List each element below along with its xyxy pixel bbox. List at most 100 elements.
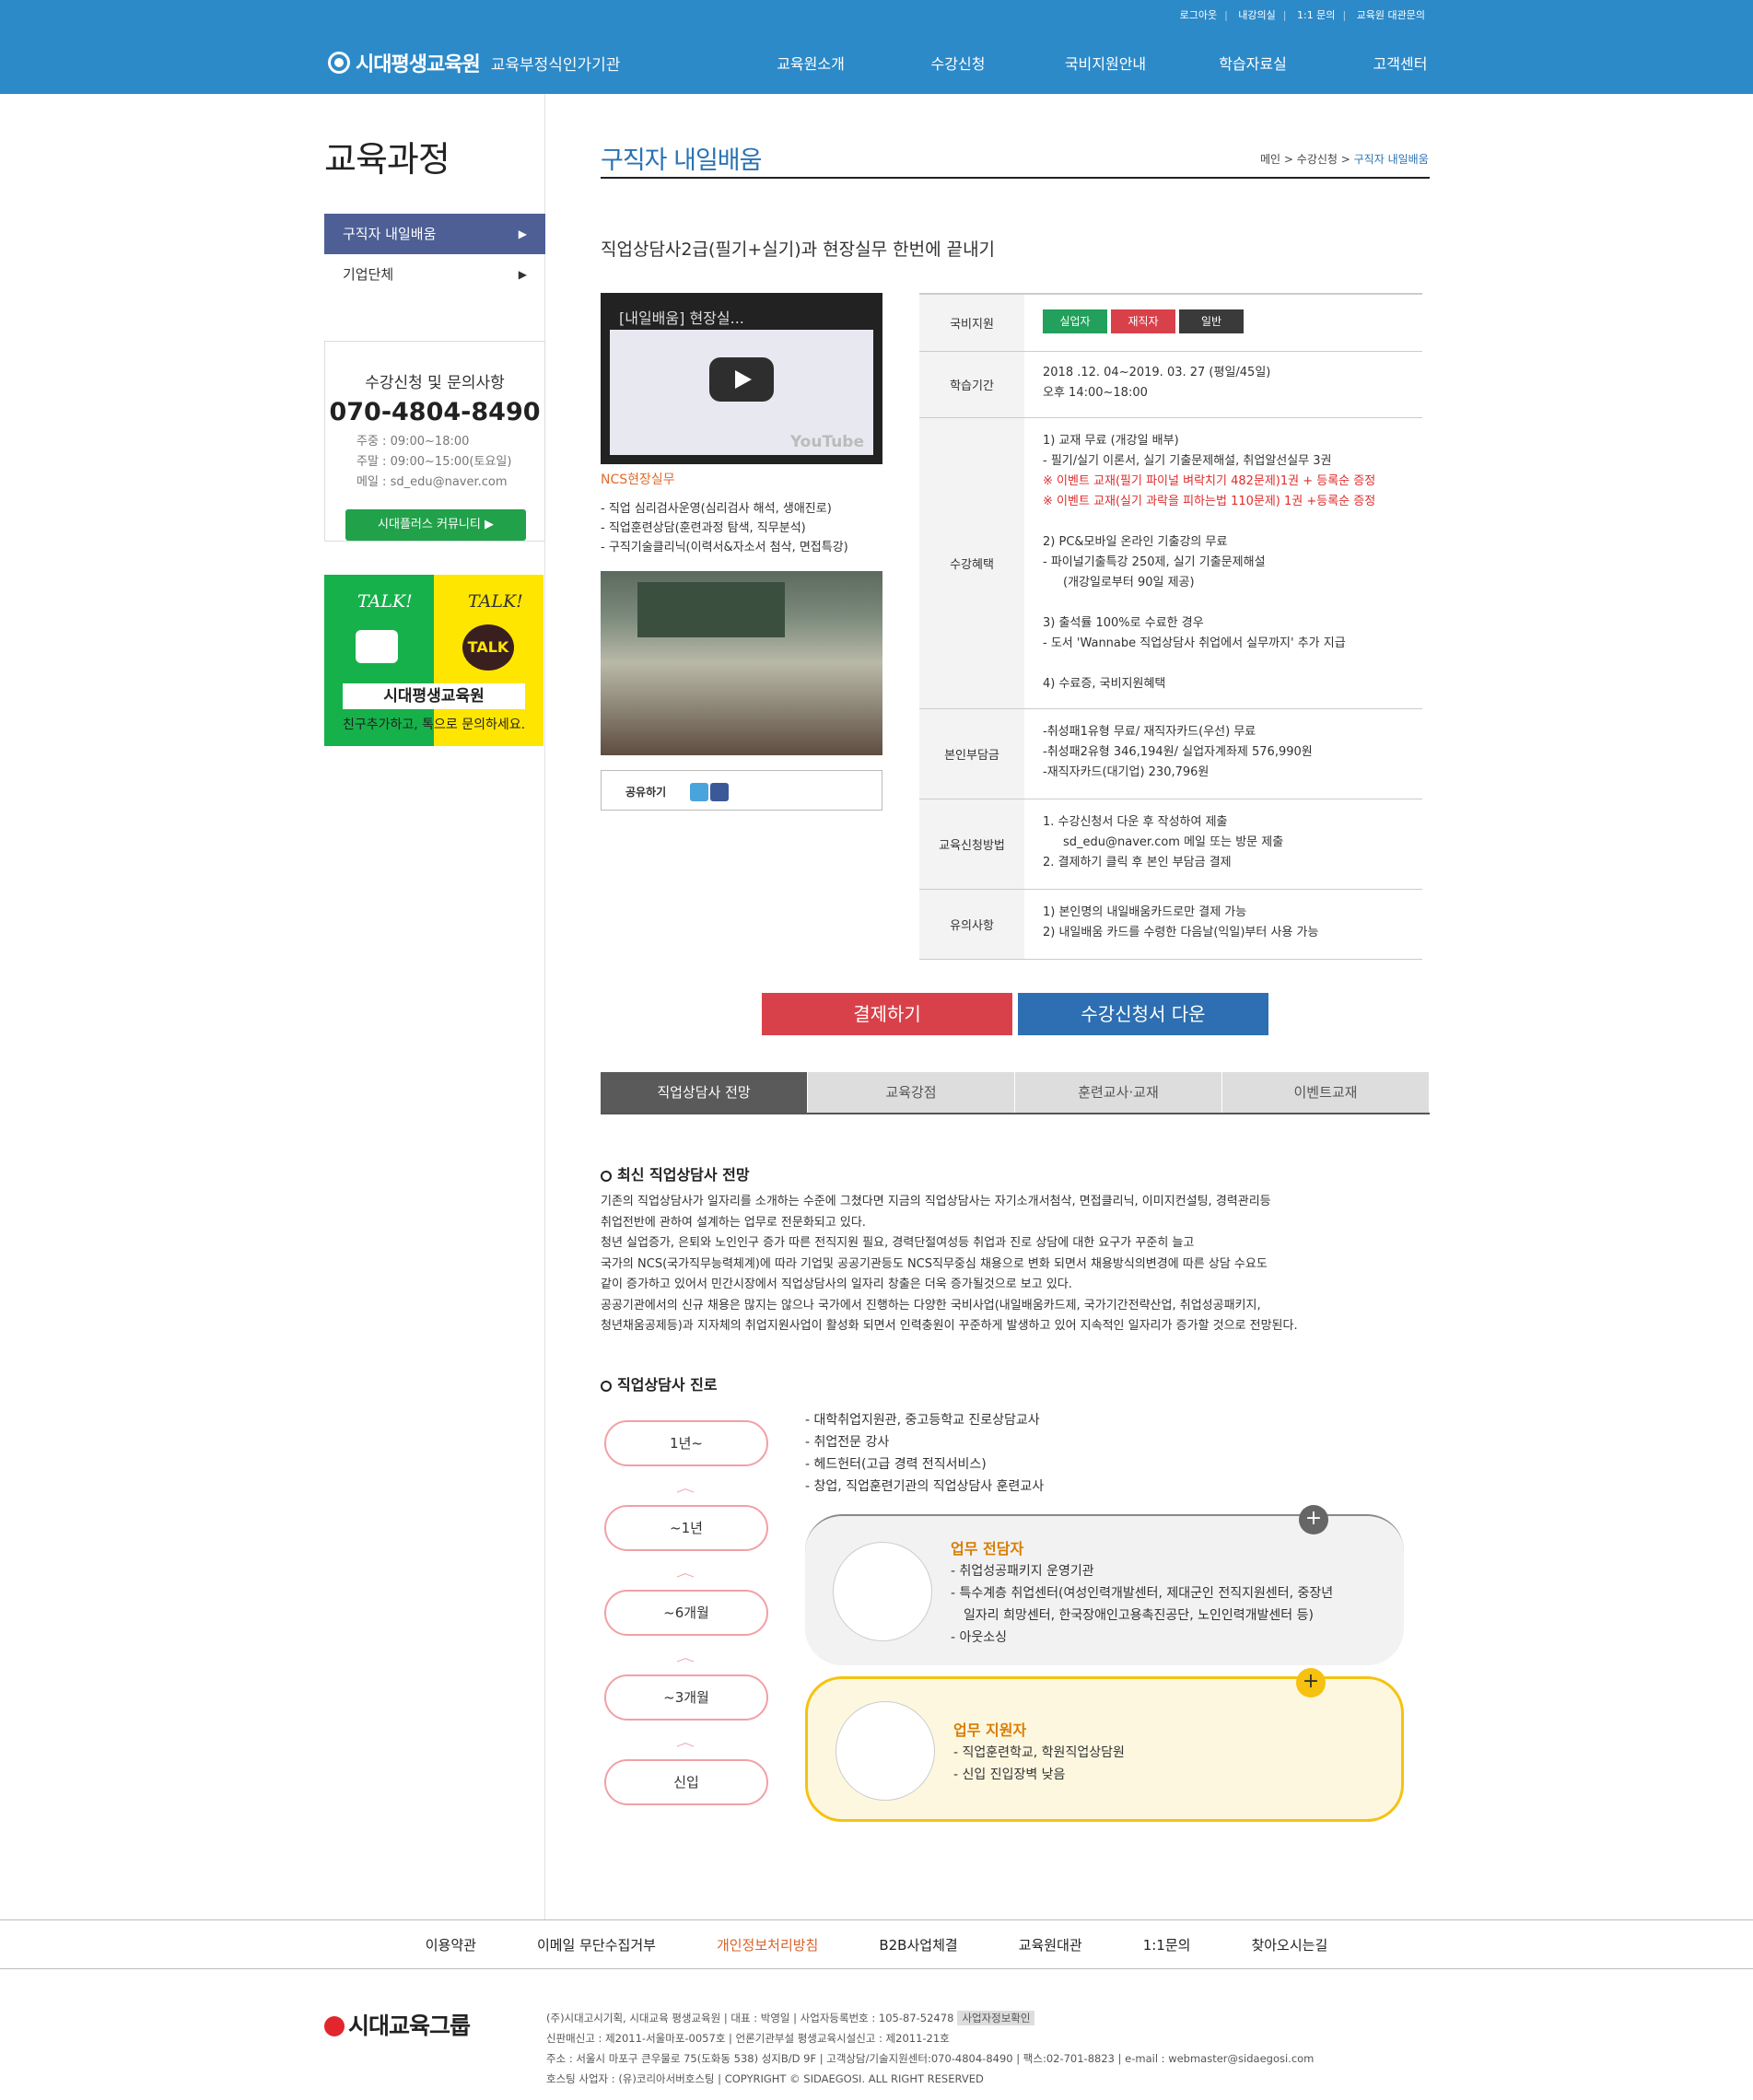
share-label: 공유하기 — [625, 786, 667, 799]
footer-terms[interactable]: 이용약관 — [426, 1935, 476, 1954]
footer-logo: 시대교육그룹 — [324, 2008, 471, 2041]
twitter-icon[interactable] — [690, 783, 708, 801]
lnb-label: 기업단체 — [343, 266, 394, 283]
path-line: - 취업전문 강사 — [805, 1435, 890, 1450]
benefit-event-line: ※ 이벤트 교재(필기 파이널 벼락치기 482문제)1권 + 등록순 증정 — [1043, 474, 1376, 488]
talk-banner[interactable]: TALK! TALK! TALK 시대평생교육원 친구추가하고, 톡으로 문의하… — [324, 575, 543, 746]
crumb-current: 구직자 내일배움 — [1353, 153, 1429, 166]
download-form-button[interactable]: 수강신청서 다운 — [1018, 993, 1268, 1035]
card-line: - 직업훈련학교, 학원직업상담원 — [953, 1745, 1125, 1760]
support-label: 국비지원 — [919, 295, 1024, 351]
outlook-line: 같이 증가하고 있어서 민간시장에서 직업상담사의 일자리 창출은 더욱 증가될… — [601, 1278, 1072, 1291]
card-line: 일자리 희망센터, 한국장애인고용촉진공단, 노인인력개발센터 등) — [964, 1608, 1314, 1623]
cost-line: -취성패1유형 무료/ 재직자카드(우선) 무료 — [1043, 725, 1256, 739]
benefit-line: (개강일로부터 90일 제공) — [1063, 576, 1195, 589]
career-step: ~3개월 — [604, 1674, 768, 1721]
career-step: 신입 — [604, 1759, 768, 1805]
logo-icon — [324, 2016, 345, 2036]
chevron-up-icon: ︿ — [676, 1651, 695, 1664]
lnb-item-jobseeker[interactable]: 구직자 내일배움 ▶ — [324, 214, 545, 254]
benefit-line: - 도서 'Wannabe 직업상담사 취업에서 실무까지' 추가 지급 — [1043, 636, 1346, 650]
footer-logo-text: 시대교육그룹 — [348, 2012, 471, 2039]
top-bar: 로그아웃 | 내강의실 | 1:1 문의 | 교육원 대관문의 시대평생교육원 교육부… — [0, 0, 1753, 94]
community-button[interactable]: 시대플러스 커뮤니티 ▶ — [345, 509, 526, 541]
nav-customer[interactable]: 고객센터 — [1326, 52, 1474, 74]
inquiry-title: 수강신청 및 문의사항 — [365, 374, 505, 392]
card-line: - 취업성공패키지 운영기관 — [951, 1564, 1094, 1579]
my-lecture-link[interactable]: 내강의실 — [1238, 9, 1275, 21]
ncs-item: - 직업훈련상담(훈련과정 탐색, 직무분석) — [601, 521, 806, 535]
youtube-icon: YouTube — [789, 433, 864, 451]
path-line: - 대학취업지원관, 중고등학교 진로상담교사 — [805, 1413, 1040, 1428]
page-title: 구직자 내일배움 — [601, 146, 762, 175]
rental-link[interactable]: 교육원 대관문의 — [1357, 9, 1425, 21]
career-card-supporter: + 업무 지원자 - 직업훈련학교, 학원직업상담원 - 신입 진입장벽 낮음 — [805, 1668, 1404, 1822]
benefit-line: 1) 교재 무료 (개강일 배부) — [1043, 434, 1179, 448]
logo-name: 시대평생교육원 — [356, 53, 481, 76]
card-line: - 특수계층 취업센터(여성인력개발센터, 제대군인 전직지원센터, 중장년 — [951, 1586, 1334, 1601]
footer-rental[interactable]: 교육원대관 — [1019, 1935, 1082, 1954]
tab-strength[interactable]: 교육강점 — [808, 1072, 1015, 1113]
card-title: 업무 지원자 — [953, 1721, 1027, 1739]
tab-teachers[interactable]: 훈련교사·교재 — [1015, 1072, 1222, 1113]
badge-general: 일반 — [1179, 309, 1244, 333]
footer-line: 신판매신고 : 제2011-서울마포-0057호 | 언론기관부설 평생교육시설… — [546, 2032, 950, 2045]
talk-caption: 친구추가하고, 톡으로 문의하세요. — [342, 718, 526, 732]
business-info-button[interactable]: 사업자정보확인 — [957, 2011, 1035, 2025]
footer-directions[interactable]: 찾아오시는길 — [1251, 1935, 1327, 1954]
career-step: ~1년 — [604, 1505, 768, 1551]
plus-icon[interactable]: + — [1299, 1505, 1328, 1534]
arrow-right-icon: ▶ — [518, 268, 527, 281]
outlook-title: 최신 직업상담사 전망 — [601, 1162, 750, 1184]
weekend-hours: 주말 : 09:00~15:00(토요일) — [356, 455, 512, 469]
benefit-event-line: ※ 이벤트 교재(실기 과락을 피하는법 110문제) 1권 +등록순 증정 — [1043, 495, 1376, 508]
pay-button[interactable]: 결제하기 — [762, 993, 1012, 1035]
nav-resources[interactable]: 학습자료실 — [1179, 52, 1326, 74]
site-logo[interactable]: 시대평생교육원 교육부정식인가기관 — [328, 48, 620, 77]
outlook-line: 취업전반에 관하여 설계하는 업무로 전문화되고 있다. — [601, 1215, 866, 1230]
chevron-up-icon: ︿ — [676, 1735, 695, 1749]
talk-label-left: TALK! — [357, 591, 413, 612]
footer-line: 호스팅 사업자 : (유)코리아서버호스팅 | COPYRIGHT © SIDA… — [546, 2072, 984, 2085]
lnb-item-company[interactable]: 기업단체 ▶ — [324, 254, 545, 295]
video-player[interactable]: [내일배움] 현장실... YouTube — [601, 293, 882, 464]
period-time: 오후 14:00~18:00 — [1043, 386, 1148, 400]
note-label: 유의사항 — [919, 890, 1024, 959]
outlook-line: 청년 실업증가, 은퇴와 노인인구 증가 따른 전직지원 필요, 경력단절여성등… — [601, 1236, 1195, 1250]
outlook-line: 공공기관에서의 신규 채용은 많지는 않으나 국가에서 진행하는 다양한 국비사… — [601, 1298, 1261, 1312]
footer-info: (주)시대고시기획, 시대교육 평생교육원 | 대표 : 박영일 | 사업자등록… — [546, 2008, 1314, 2089]
weekday-hours: 주중 : 09:00~18:00 — [356, 435, 470, 449]
footer-line: (주)시대고시기획, 시대교육 평생교육원 | 대표 : 박영일 | 사업자등록… — [546, 2012, 954, 2024]
benefit-line: - 파이널기출특강 250제, 실기 기출문제해설 — [1043, 555, 1266, 569]
kakaotalk-icon: TALK — [462, 624, 514, 671]
footer-privacy[interactable]: 개인정보처리방침 — [717, 1935, 818, 1954]
facebook-icon[interactable] — [710, 783, 729, 801]
career-card-dedicated: + 업무 전담자 - 취업성공패키지 운영기관 - 특수계층 취업센터(여성인력… — [805, 1505, 1404, 1665]
tab-event-books[interactable]: 이벤트교재 — [1222, 1072, 1430, 1113]
title-divider — [601, 177, 1430, 179]
apply-label: 교육신청방법 — [919, 799, 1024, 889]
crumb-register[interactable]: 수강신청 — [1297, 153, 1338, 166]
note-line: 2) 내일배움 카드를 수령한 다음날(익일)부터 사용 가능 — [1043, 926, 1319, 939]
footer-email-policy[interactable]: 이메일 무단수집거부 — [537, 1935, 656, 1954]
nav-about[interactable]: 교육원소개 — [737, 52, 884, 74]
inquiry-box: 수강신청 및 문의사항 070-4804-8490 주중 : 09:00~18:… — [324, 341, 545, 542]
logout-link[interactable]: 로그아웃 — [1180, 9, 1217, 21]
nav-register[interactable]: 수강신청 — [884, 52, 1032, 74]
tab-outlook[interactable]: 직업상담사 전망 — [601, 1072, 808, 1113]
footer-inquiry[interactable]: 1:1문의 — [1143, 1935, 1191, 1954]
nav-support[interactable]: 국비지원안내 — [1032, 52, 1179, 74]
plus-icon[interactable]: + — [1296, 1668, 1326, 1698]
play-icon[interactable] — [709, 357, 774, 402]
inquiry-link[interactable]: 1:1 문의 — [1297, 9, 1335, 21]
arrow-right-icon: ▶ — [518, 228, 527, 240]
breadcrumb: 메인 > 수강신청 > 구직자 내일배움 — [1260, 153, 1429, 166]
apply-line: 2. 결제하기 클릭 후 본인 부담금 결제 — [1043, 856, 1232, 869]
ncs-list: - 직업 심리검사운영(심리검사 해석, 생애진로) - 직업훈련상담(훈련과정… — [601, 499, 848, 557]
benefit-line: - 필기/실기 이론서, 실기 기출문제해설, 취업알선실무 3권 — [1043, 454, 1332, 468]
footer-b2b[interactable]: B2B사업체결 — [879, 1935, 957, 1954]
main-nav: 교육원소개 수강신청 국비지원안내 학습자료실 고객센터 — [737, 52, 1474, 74]
ncs-caption: NCS현장실무 — [601, 472, 675, 487]
classroom-photo — [601, 571, 882, 755]
crumb-home[interactable]: 메인 — [1260, 153, 1280, 166]
